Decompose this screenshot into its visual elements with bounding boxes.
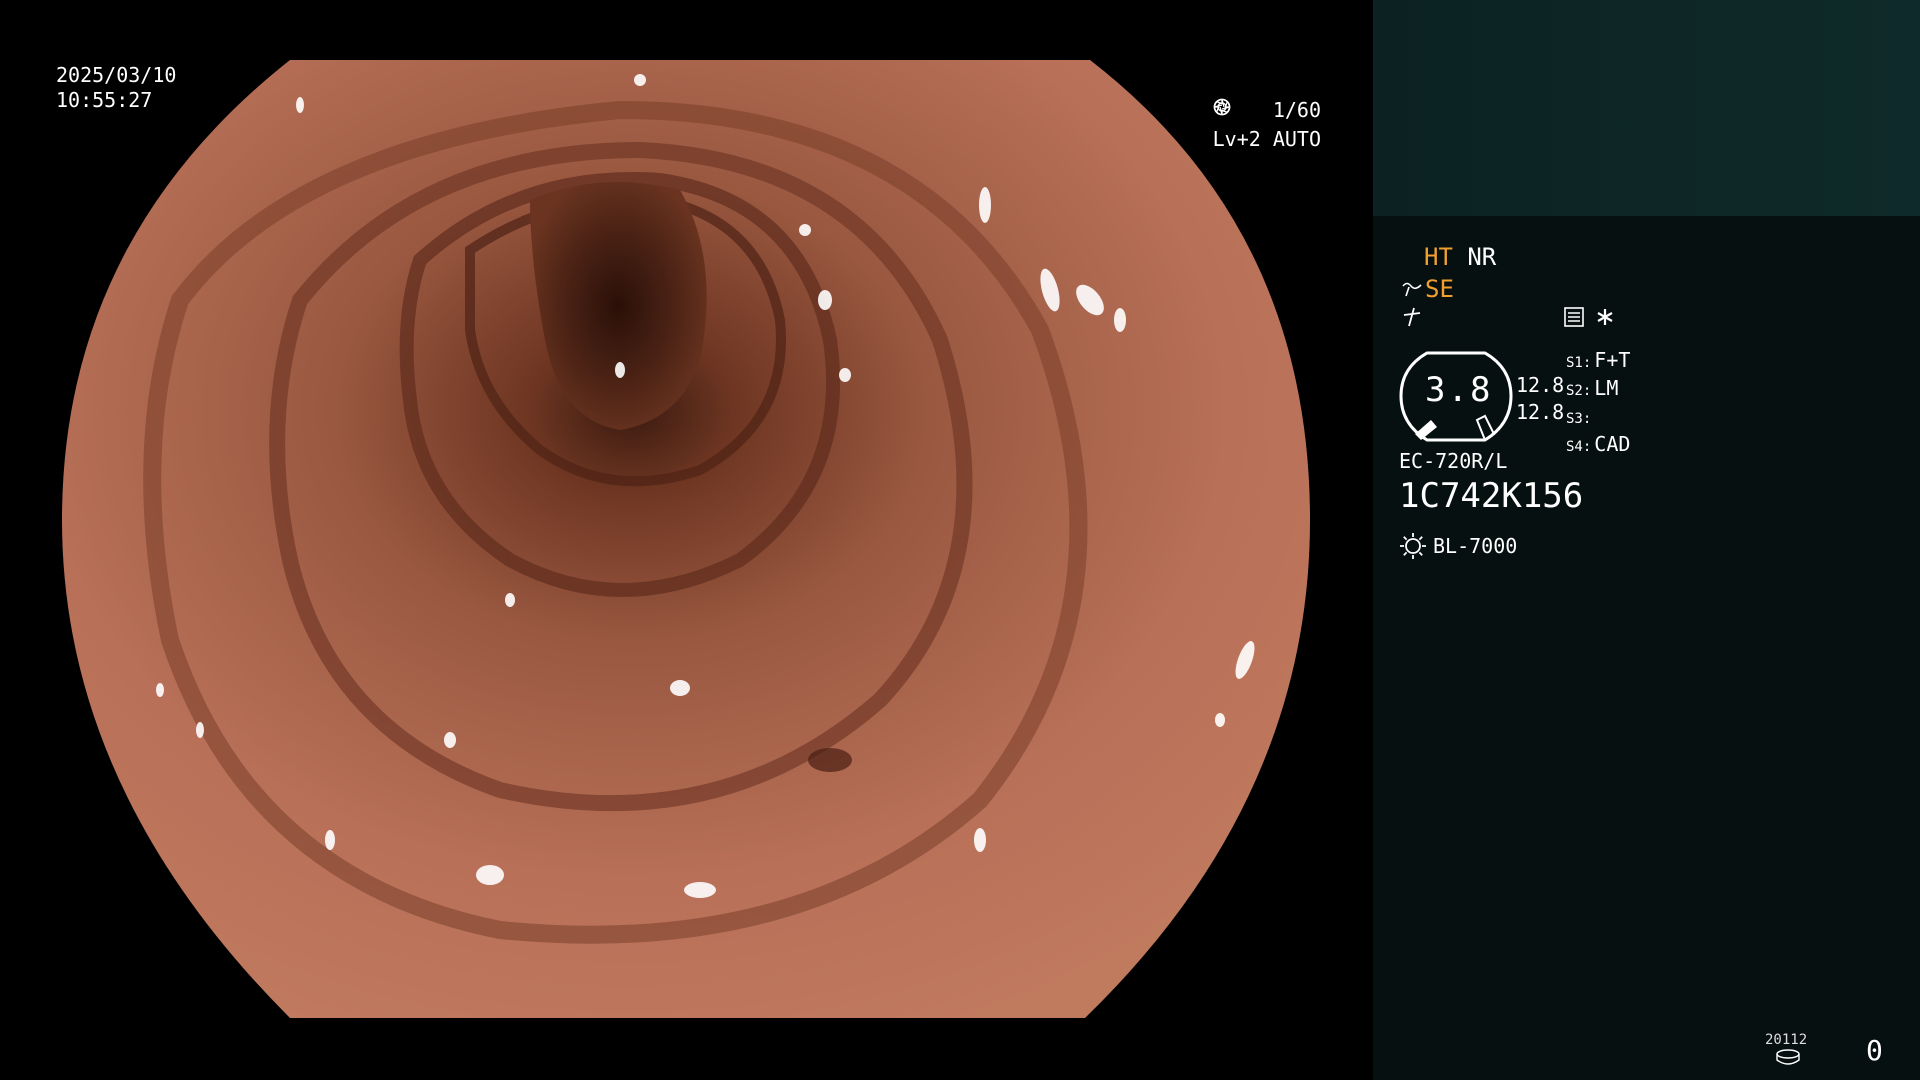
gauge-value: 3.8 <box>1425 370 1493 410</box>
readout-2: 12.8 <box>1516 400 1565 424</box>
light-source-row: BL-7000 <box>1399 532 1517 560</box>
exposure-info: 1/60 Lv+2 AUTO <box>1213 98 1321 152</box>
iris-icon <box>1213 98 1230 116</box>
freeze-icon <box>1403 307 1421 327</box>
mode-row: HT NR <box>1424 244 1496 270</box>
light-source-label: BL-7000 <box>1433 534 1518 558</box>
structure-enhance-row: SE <box>1401 276 1454 302</box>
memory-row <box>1563 306 1615 328</box>
freeze-row <box>1401 306 1423 328</box>
disk-icon <box>1776 1049 1800 1065</box>
switch-1: S1: F+T <box>1566 348 1631 372</box>
asterisk-icon <box>1597 309 1613 325</box>
scope-serial: 1C742K156 <box>1399 476 1584 516</box>
nr-label: NR <box>1467 243 1497 271</box>
ht-label: HT <box>1424 243 1453 271</box>
endoscope-view: 2025/03/10 10:55:27 1/60 Lv+2 AUTO <box>0 0 1373 1080</box>
image-count-small: 20112 <box>1765 1032 1808 1048</box>
scope-model: EC-720R/L <box>1399 449 1508 473</box>
readouts: 12.8 12.8 <box>1516 372 1564 426</box>
date-text: 2025/03/10 <box>56 63 177 87</box>
switch-2: S2: LM <box>1566 376 1619 400</box>
date-time-display: 2025/03/10 10:55:27 <box>56 63 176 113</box>
level-text: Lv+2 AUTO <box>1212 127 1321 151</box>
readout-1: 12.8 <box>1516 373 1565 397</box>
shutter-speed-text: 1/60 <box>1272 98 1321 122</box>
memory-icon <box>1564 307 1584 327</box>
mucosa-image <box>62 60 1310 1018</box>
time-text: 10:55:27 <box>56 88 153 112</box>
structure-enhance-icon <box>1402 282 1422 297</box>
switch-3: S3: <box>1566 411 1592 427</box>
switch-4: S4: CAD <box>1566 432 1631 456</box>
info-panel: HT NR SE 3.8 12.8 12.8 S1: F+T S2: LM S3… <box>1373 0 1920 1080</box>
se-label: SE <box>1425 275 1454 303</box>
preview-area <box>1373 0 1920 216</box>
sun-icon <box>1400 533 1426 559</box>
image-counter: 0 <box>1866 1034 1883 1067</box>
switch-assignments: S1: F+T S2: LM S3: S4: CAD <box>1566 348 1630 460</box>
